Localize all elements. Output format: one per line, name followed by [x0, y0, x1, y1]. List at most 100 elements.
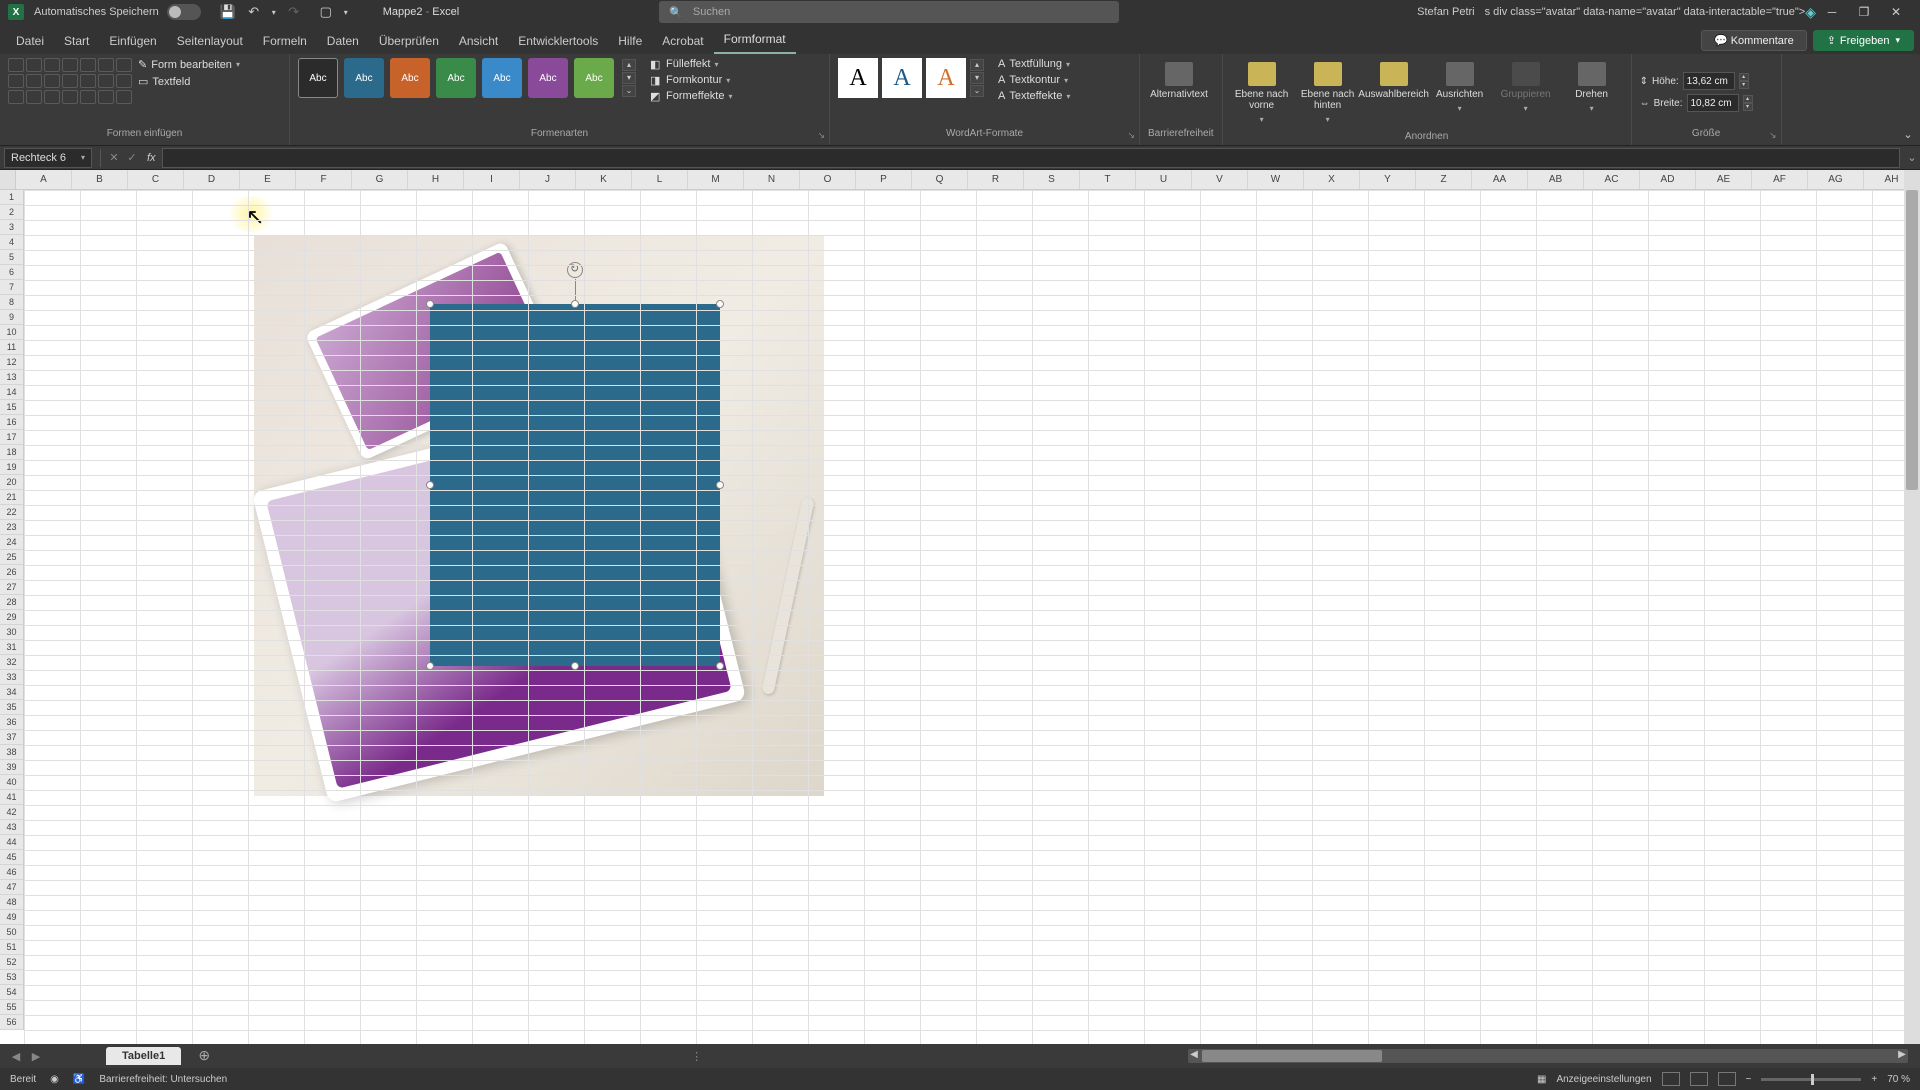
save-button[interactable]: 💾 [217, 2, 239, 22]
formkontur-button[interactable]: ◨Formkontur▾ [650, 74, 733, 86]
add-sheet-button[interactable]: ⊕ [195, 1047, 213, 1065]
row-header[interactable]: 56 [0, 1015, 23, 1030]
column-header[interactable]: J [520, 170, 576, 189]
column-header[interactable]: AD [1640, 170, 1696, 189]
tab-start[interactable]: Start [54, 29, 99, 54]
row-header[interactable]: 3 [0, 220, 23, 235]
style-swatch-5[interactable]: Abc [482, 58, 522, 98]
row-header[interactable]: 27 [0, 580, 23, 595]
textfuellung-button[interactable]: A Textfüllung▾ [998, 58, 1070, 70]
view-pagebreak-button[interactable] [1718, 1072, 1736, 1086]
column-header[interactable]: W [1248, 170, 1304, 189]
row-header[interactable]: 25 [0, 550, 23, 565]
view-pagelayout-button[interactable] [1690, 1072, 1708, 1086]
camera-button[interactable]: ▢ [315, 2, 337, 22]
undo-button[interactable]: ↶ [243, 2, 265, 22]
row-header[interactable]: 55 [0, 1000, 23, 1015]
hscroll-right[interactable]: ▶ [1896, 1049, 1908, 1060]
selected-shape-rectangle[interactable] [430, 304, 720, 666]
select-all-corner[interactable] [0, 170, 16, 189]
row-header[interactable]: 42 [0, 805, 23, 820]
column-header[interactable]: C [128, 170, 184, 189]
resize-handle-e[interactable] [716, 481, 724, 489]
sheet-tab-1[interactable]: Tabelle1 [106, 1047, 181, 1065]
row-header[interactable]: 16 [0, 415, 23, 430]
column-header[interactable]: X [1304, 170, 1360, 189]
row-headers[interactable]: 1234567891011121314151617181920212223242… [0, 190, 24, 1030]
row-header[interactable]: 8 [0, 295, 23, 310]
tab-seitenlayout[interactable]: Seitenlayout [167, 29, 253, 54]
tab-formformat[interactable]: Formformat [714, 27, 796, 54]
row-header[interactable]: 48 [0, 895, 23, 910]
ebene-vorne-button[interactable]: Ebene nach vorne▾ [1231, 58, 1293, 129]
column-header[interactable]: I [464, 170, 520, 189]
column-header[interactable]: N [744, 170, 800, 189]
row-header[interactable]: 12 [0, 355, 23, 370]
row-header[interactable]: 11 [0, 340, 23, 355]
width-spinner[interactable]: ▴▾ [1743, 95, 1753, 111]
row-header[interactable]: 2 [0, 205, 23, 220]
column-header[interactable]: M [688, 170, 744, 189]
wordart-3[interactable]: A [926, 58, 966, 98]
row-header[interactable]: 38 [0, 745, 23, 760]
sheet-nav-next[interactable]: ▶ [26, 1050, 46, 1063]
drehen-button[interactable]: Drehen▾ [1561, 58, 1623, 118]
row-header[interactable]: 33 [0, 670, 23, 685]
row-header[interactable]: 43 [0, 820, 23, 835]
shape-style-gallery[interactable]: Abc Abc Abc Abc Abc Abc Abc ▴▾⌄ [298, 58, 636, 98]
horizontal-scrollbar[interactable]: ◀ ▶ [1188, 1049, 1908, 1063]
row-header[interactable]: 1 [0, 190, 23, 205]
column-header[interactable]: K [576, 170, 632, 189]
formula-expand-button[interactable]: ⌄ [1904, 151, 1920, 164]
share-dropdown[interactable]: ▾ [1895, 35, 1900, 46]
worksheet-grid[interactable]: ABCDEFGHIJKLMNOPQRSTUVWXYZAAABACADAEAFAG… [0, 170, 1920, 1044]
tab-formeln[interactable]: Formeln [253, 29, 317, 54]
style-swatch-3[interactable]: Abc [390, 58, 430, 98]
row-header[interactable]: 24 [0, 535, 23, 550]
wordart-2[interactable]: A [882, 58, 922, 98]
close-button[interactable]: ✕ [1880, 2, 1912, 22]
row-header[interactable]: 46 [0, 865, 23, 880]
qat-customize[interactable]: ▾ [341, 2, 351, 22]
row-header[interactable]: 22 [0, 505, 23, 520]
formula-input[interactable] [162, 148, 1900, 168]
hscroll-thumb[interactable] [1202, 1050, 1382, 1062]
column-header[interactable]: E [240, 170, 296, 189]
row-header[interactable]: 35 [0, 700, 23, 715]
fuelleffekt-button[interactable]: ◧Fülleffekt▾ [650, 58, 733, 70]
zoom-in-button[interactable]: + [1871, 1074, 1877, 1085]
column-header[interactable]: Q [912, 170, 968, 189]
column-header[interactable]: AC [1584, 170, 1640, 189]
column-header[interactable]: Z [1416, 170, 1472, 189]
texteffekte-button[interactable]: A Texteffekte▾ [998, 90, 1070, 102]
cells-area[interactable]: ↖ [24, 190, 1904, 1044]
minimize-button[interactable]: ─ [1816, 2, 1848, 22]
row-header[interactable]: 31 [0, 640, 23, 655]
diamond-icon[interactable]: ◈ [1805, 4, 1816, 21]
tab-daten[interactable]: Daten [317, 29, 369, 54]
row-header[interactable]: 50 [0, 925, 23, 940]
row-header[interactable]: 26 [0, 565, 23, 580]
row-header[interactable]: 40 [0, 775, 23, 790]
ausrichten-button[interactable]: Ausrichten▾ [1429, 58, 1491, 118]
ebene-hinten-button[interactable]: Ebene nach hinten▾ [1297, 58, 1359, 129]
ribbon-collapse-button[interactable]: ⌄ [1896, 54, 1920, 145]
auswahlbereich-button[interactable]: Auswahlbereich [1363, 58, 1425, 104]
row-header[interactable]: 36 [0, 715, 23, 730]
style-gallery-spinner[interactable]: ▴▾⌄ [622, 59, 636, 97]
column-header[interactable]: R [968, 170, 1024, 189]
status-accessibility[interactable]: Barrierefreiheit: Untersuchen [99, 1074, 227, 1085]
row-header[interactable]: 14 [0, 385, 23, 400]
column-header[interactable]: O [800, 170, 856, 189]
undo-dropdown[interactable]: ▾ [269, 2, 279, 22]
row-header[interactable]: 39 [0, 760, 23, 775]
column-header[interactable]: B [72, 170, 128, 189]
vertical-scrollbar[interactable] [1904, 170, 1920, 1044]
column-headers[interactable]: ABCDEFGHIJKLMNOPQRSTUVWXYZAAABACADAEAFAG… [0, 170, 1920, 190]
style-swatch-2[interactable]: Abc [344, 58, 384, 98]
wordart-gallery[interactable]: A A A ▴▾⌄ [838, 58, 984, 98]
zoom-slider[interactable] [1761, 1078, 1861, 1081]
row-header[interactable]: 45 [0, 850, 23, 865]
zoom-level[interactable]: 70 % [1887, 1074, 1910, 1085]
sheet-nav-prev[interactable]: ◀ [6, 1050, 26, 1063]
